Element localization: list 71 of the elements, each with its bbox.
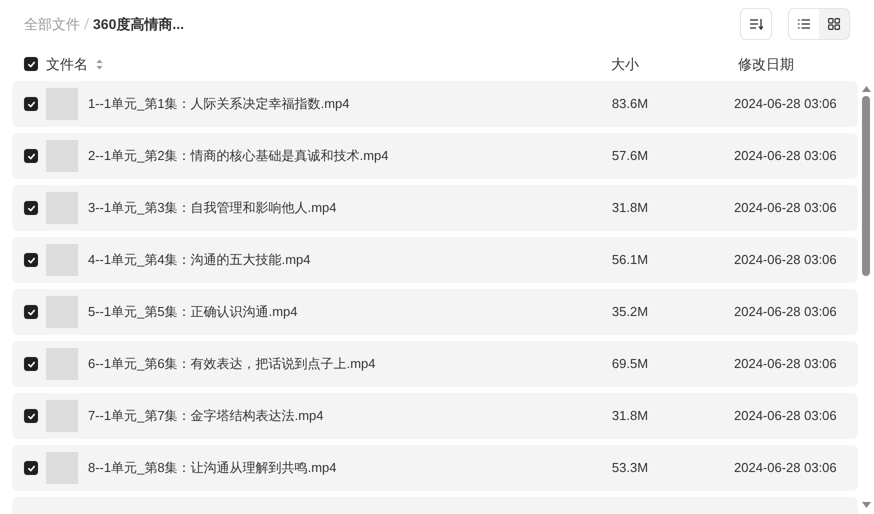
checkmark-icon	[26, 464, 36, 472]
file-size: 53.3M	[610, 459, 650, 478]
file-size: 35.2M	[610, 303, 650, 322]
file-row[interactable]: 8--1单元_第8集：让沟通从理解到共鸣.mp4 53.3M 2024-06-28 03:06	[12, 445, 858, 491]
checkmark-icon	[26, 412, 36, 420]
modified-date: 2024-06-28 03:06	[734, 303, 837, 322]
file-name[interactable]: 1--1单元_第1集：人际关系决定幸福指数.mp4	[88, 94, 590, 114]
video-thumbnail	[46, 400, 78, 432]
file-name[interactable]: 3--1单元_第3集：自我管理和影响他人.mp4	[88, 198, 590, 218]
checkbox[interactable]	[24, 357, 38, 371]
video-thumbnail	[46, 244, 78, 276]
checkmark-icon	[26, 256, 36, 264]
list-icon	[798, 19, 810, 29]
scrollbar-thumb[interactable]	[862, 96, 870, 276]
modified-date: 2024-06-28 03:06	[734, 355, 837, 374]
checkbox[interactable]	[24, 409, 38, 423]
file-name[interactable]: 6--1单元_第6集：有效表达，把话说到点子上.mp4	[88, 354, 590, 374]
file-row[interactable]: 6--1单元_第6集：有效表达，把话说到点子上.mp4 69.5M 2024-06-28 03:06	[12, 341, 858, 387]
video-thumbnail	[46, 296, 78, 328]
sort-button[interactable]	[740, 8, 772, 40]
file-row[interactable]: 1--1单元_第1集：人际关系决定幸福指数.mp4 83.6M 2024-06-28 03:06	[12, 81, 858, 127]
file-size: 69.5M	[610, 355, 650, 374]
file-row[interactable]: 2--1单元_第2集：情商的核心基础是真诚和技术.mp4 57.6M 2024-06-28 03:06	[12, 133, 858, 179]
checkbox[interactable]	[24, 253, 38, 267]
grid-icon	[828, 18, 840, 30]
checkbox[interactable]	[24, 57, 38, 71]
checkmark-icon	[26, 152, 36, 160]
checkbox[interactable]	[24, 201, 38, 215]
modified-date: 2024-06-28 03:06	[734, 199, 837, 218]
file-row[interactable]: 3--1单元_第3集：自我管理和影响他人.mp4 31.8M 2024-06-28 03:06	[12, 185, 858, 231]
file-name[interactable]: 2--1单元_第2集：情商的核心基础是真诚和技术.mp4	[88, 146, 590, 166]
file-name[interactable]: 8--1单元_第8集：让沟通从理解到共鸣.mp4	[88, 458, 590, 478]
checkbox[interactable]	[24, 97, 38, 111]
grid-view-button[interactable]	[819, 9, 849, 39]
file-row[interactable]: 5--1单元_第5集：正确认识沟通.mp4 35.2M 2024-06-28 03:06	[12, 289, 858, 335]
file-size: 57.6M	[610, 147, 650, 166]
video-thumbnail	[46, 140, 78, 172]
column-header[interactable]: 文件名	[46, 54, 88, 74]
checkmark-icon	[26, 100, 36, 108]
checkmark-icon	[26, 308, 36, 316]
modified-date: 2024-06-28 03:06	[734, 95, 837, 114]
sort-arrows-icon[interactable]	[96, 58, 103, 70]
file-size: 31.8M	[610, 199, 650, 218]
file-size: 56.1M	[610, 251, 650, 270]
checkbox[interactable]	[24, 305, 38, 319]
video-thumbnail	[46, 452, 78, 484]
checkmark-icon	[26, 360, 36, 368]
checkbox[interactable]	[24, 461, 38, 475]
checkbox[interactable]	[24, 149, 38, 163]
scroll-up-icon[interactable]	[862, 86, 870, 92]
column-header[interactable]: 大小	[611, 54, 639, 74]
video-thumbnail	[46, 192, 78, 224]
scroll-down-icon[interactable]	[862, 502, 870, 508]
file-row[interactable]: 7--1单元_第7集：金字塔结构表达法.mp4 31.8M 2024-06-28 03:06	[12, 393, 858, 439]
file-size: 83.6M	[610, 95, 650, 114]
modified-date: 2024-06-28 03:06	[734, 459, 837, 478]
checkmark-icon	[26, 60, 36, 68]
file-name[interactable]: 4--1单元_第4集：沟通的五大技能.mp4	[88, 250, 590, 270]
file-name[interactable]: 7--1单元_第7集：金字塔结构表达法.mp4	[88, 406, 590, 426]
column-header[interactable]: 修改日期	[738, 56, 794, 72]
breadcrumb-item[interactable]: 360度高情商...	[93, 14, 184, 34]
file-name[interactable]: 5--1单元_第5集：正确认识沟通.mp4	[88, 302, 590, 322]
video-thumbnail	[46, 348, 78, 380]
checkmark-icon	[26, 204, 36, 212]
file-size: 31.8M	[610, 407, 650, 426]
modified-date: 2024-06-28 03:06	[734, 251, 837, 270]
video-thumbnail	[46, 88, 78, 120]
file-row[interactable]: 4--1单元_第4集：沟通的五大技能.mp4 56.1M 2024-06-28 03:06	[12, 237, 858, 283]
sort-icon	[749, 18, 763, 30]
modified-date: 2024-06-28 03:06	[734, 147, 837, 166]
modified-date: 2024-06-28 03:06	[734, 407, 837, 426]
